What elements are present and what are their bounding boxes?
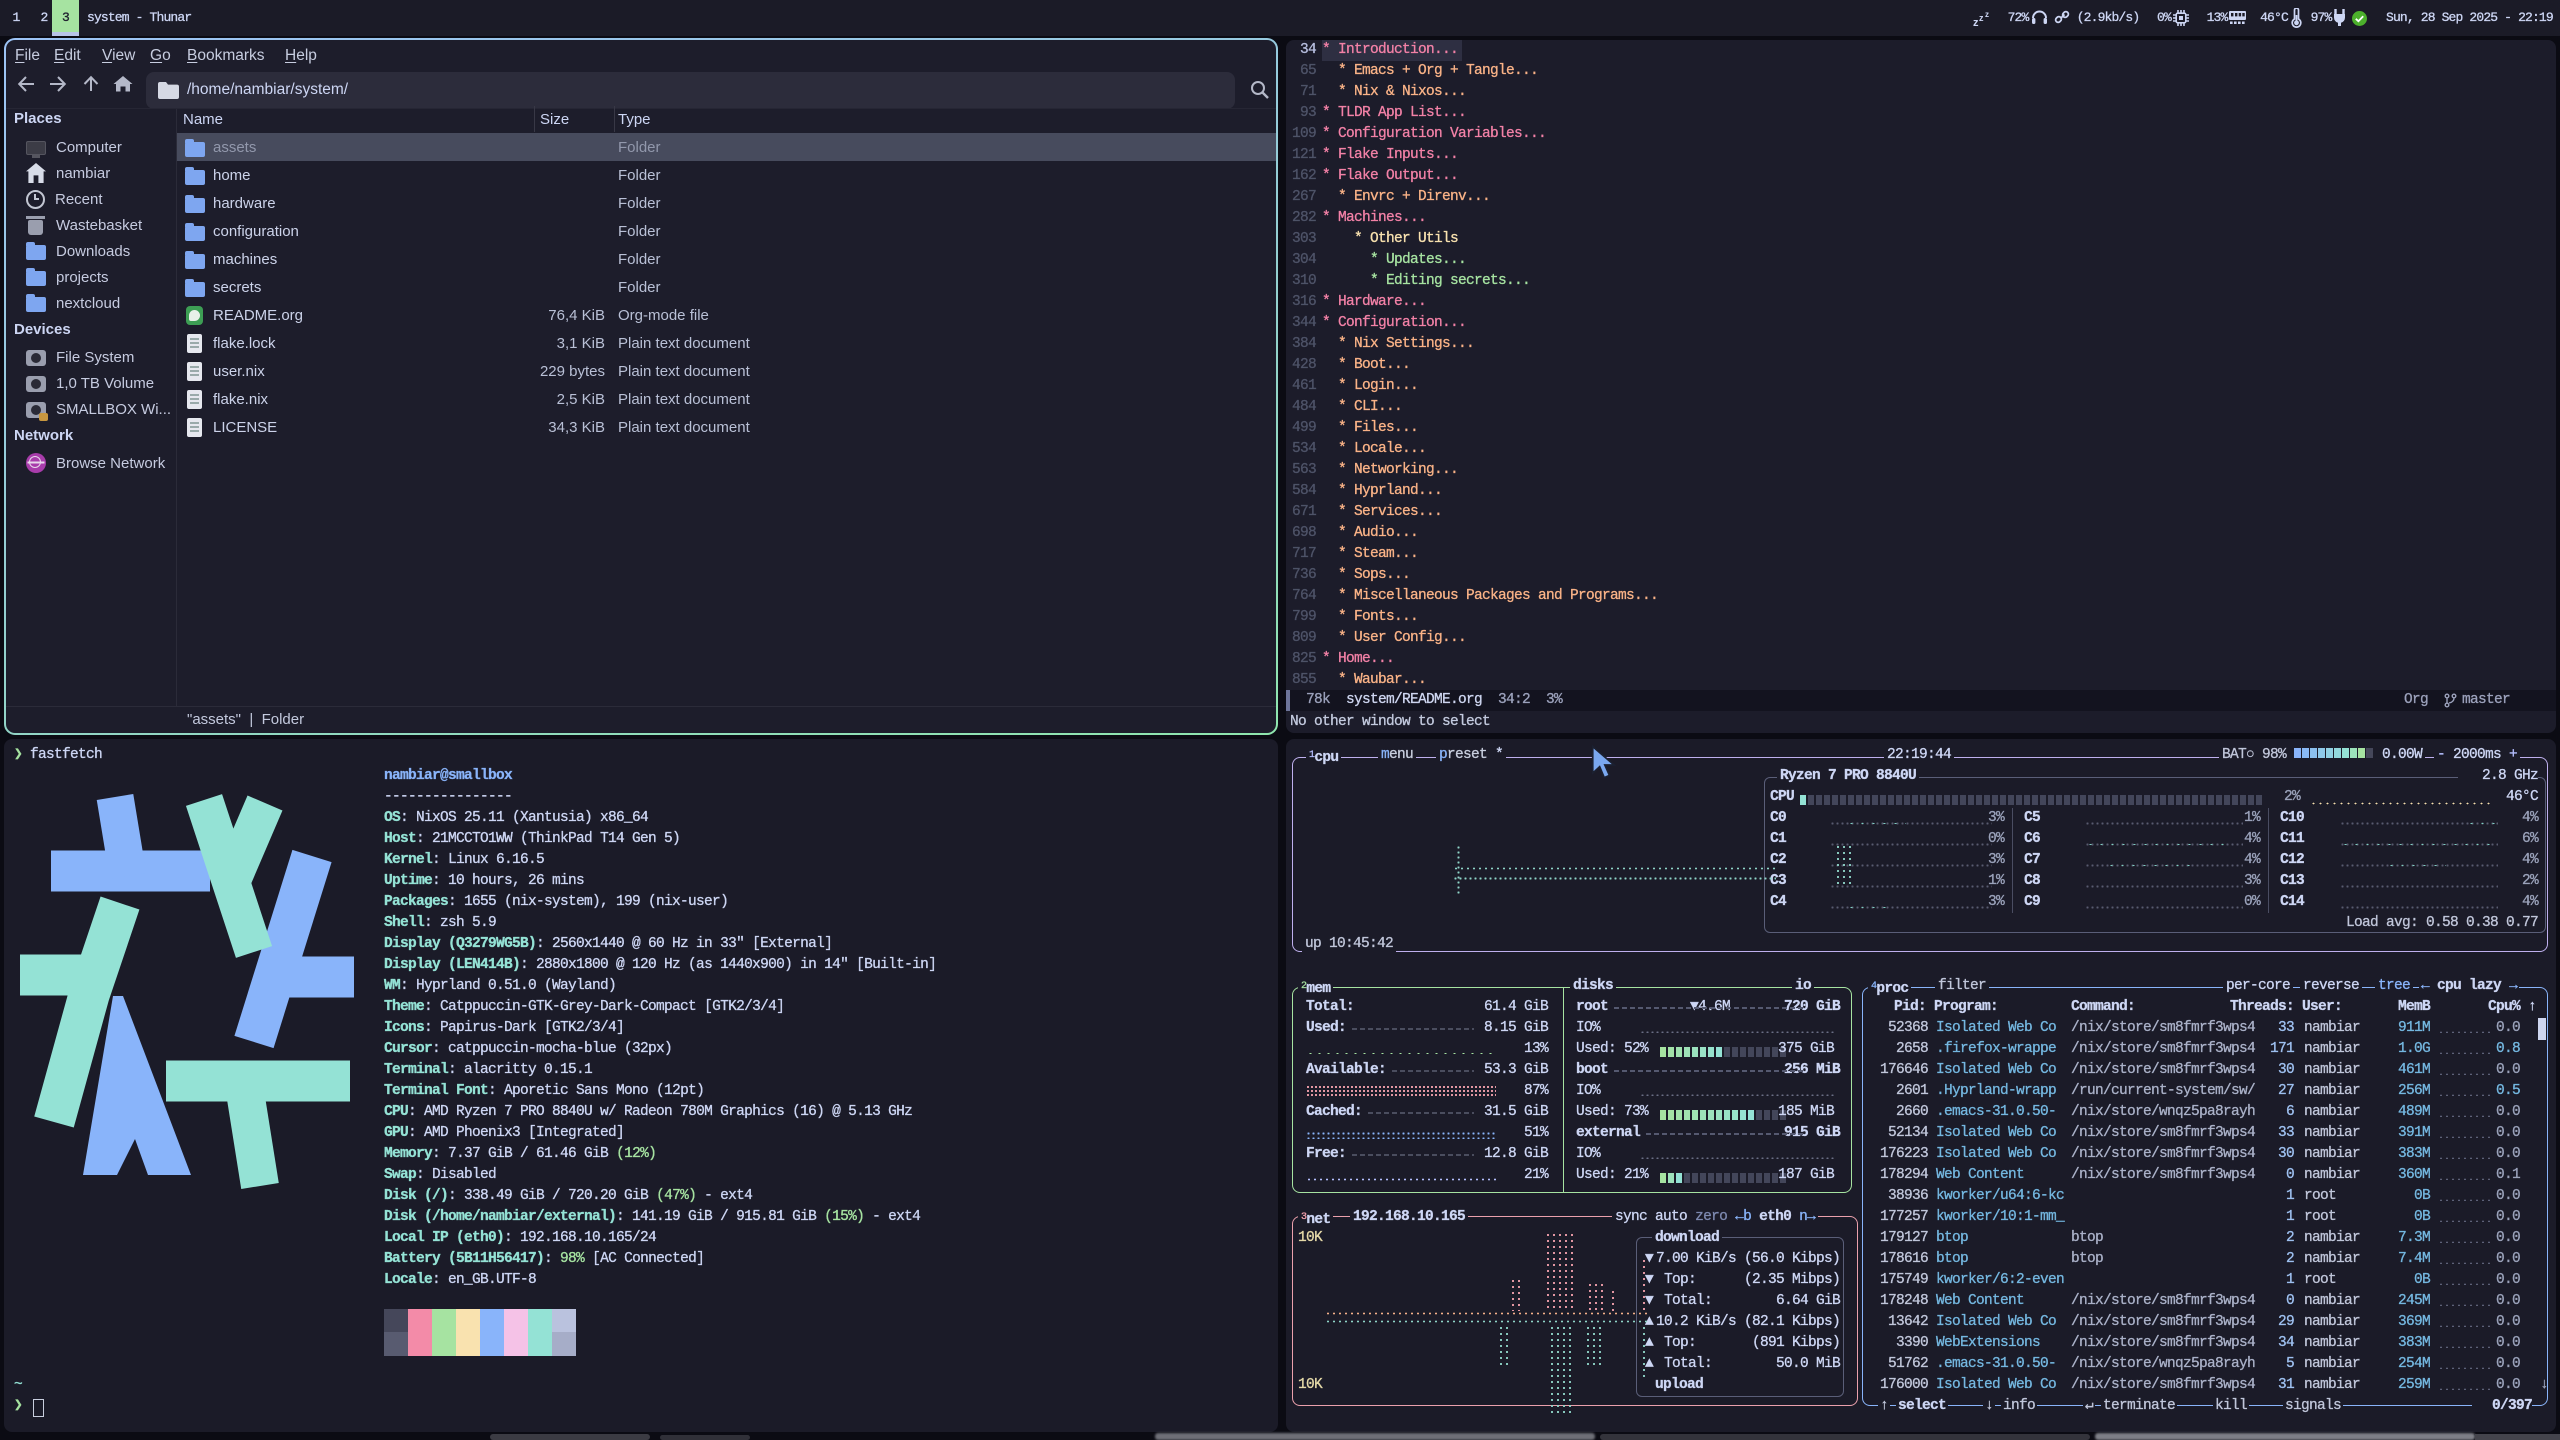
svg-text:z: z [1979, 13, 1984, 23]
svg-text:z: z [1985, 10, 1989, 19]
